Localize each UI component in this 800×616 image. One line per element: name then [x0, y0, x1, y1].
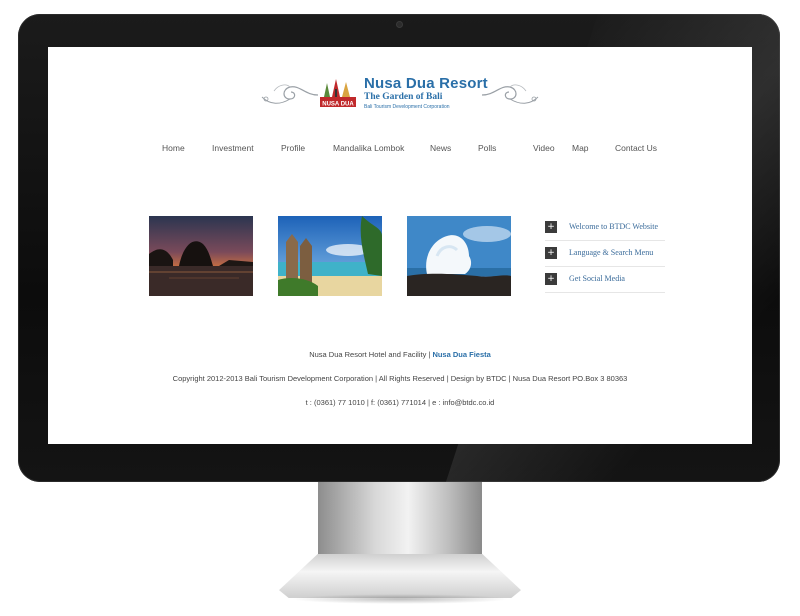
menu-item-language-search[interactable]: + Language & Search Menu: [545, 241, 665, 267]
menu-item-label: Language & Search Menu: [569, 248, 654, 257]
logo-subtitle: The Garden of Bali: [364, 92, 443, 102]
nav-map[interactable]: Map: [572, 143, 615, 153]
nav-investment[interactable]: Investment: [212, 143, 281, 153]
plus-icon[interactable]: +: [545, 273, 557, 285]
camera-icon: [397, 22, 402, 27]
nav-mandalika-lombok[interactable]: Mandalika Lombok: [333, 143, 430, 153]
gallery-image-wave-splash[interactable]: [407, 216, 511, 296]
stand-shadow: [292, 594, 508, 604]
website-screen: NUSA DUA Nusa Dua Resort The Garden of B…: [48, 47, 752, 444]
nusa-dua-fiesta-link[interactable]: Nusa Dua Fiesta: [432, 350, 490, 359]
ornament-right-icon: [481, 84, 539, 104]
menu-item-label: Welcome to BTDC Website: [569, 222, 658, 231]
menu-item-social-media[interactable]: + Get Social Media: [545, 267, 665, 293]
monitor-stand-base: [279, 554, 521, 598]
monitor-stand-neck: [318, 482, 482, 560]
logo-title: Nusa Dua Resort: [364, 75, 488, 92]
monitor-bezel: NUSA DUA Nusa Dua Resort The Garden of B…: [18, 14, 780, 482]
nav-polls[interactable]: Polls: [478, 143, 533, 153]
gallery-image-temple-beach[interactable]: [278, 216, 382, 296]
plus-icon[interactable]: +: [545, 247, 557, 259]
main-nav: Home Investment Profile Mandalika Lombok…: [162, 143, 665, 153]
footer-copyright: Copyright 2012-2013 Bali Tourism Develop…: [172, 374, 628, 383]
nav-video[interactable]: Video: [533, 143, 572, 153]
menu-item-label: Get Social Media: [569, 274, 625, 283]
site-logo[interactable]: NUSA DUA Nusa Dua Resort The Garden of B…: [260, 75, 540, 119]
gallery-image-sunset[interactable]: [149, 216, 253, 296]
plus-icon[interactable]: +: [545, 221, 557, 233]
side-menu: + Welcome to BTDC Website + Language & S…: [545, 215, 665, 293]
nusa-dua-emblem-icon: NUSA DUA: [320, 79, 356, 108]
nav-home[interactable]: Home: [162, 143, 212, 153]
footer-line-1: Nusa Dua Resort Hotel and Facility | Nus…: [48, 350, 752, 359]
emblem-text: NUSA DUA: [322, 102, 354, 108]
menu-item-welcome[interactable]: + Welcome to BTDC Website: [545, 215, 665, 241]
nav-news[interactable]: News: [430, 143, 478, 153]
ornament-left-icon: [261, 84, 319, 104]
footer-contact: t : (0361) 77 1010 | f: (0361) 771014 | …: [305, 398, 495, 407]
nav-profile[interactable]: Profile: [281, 143, 333, 153]
logo-tagline: Bali Tourism Development Corporation: [364, 104, 450, 110]
nav-contact-us[interactable]: Contact Us: [615, 143, 665, 153]
footer-hotel-text: Nusa Dua Resort Hotel and Facility |: [309, 350, 433, 359]
